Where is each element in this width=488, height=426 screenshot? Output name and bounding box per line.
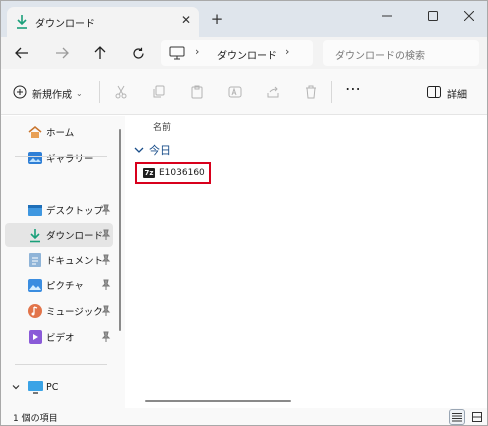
chevron-down-icon: ⌄ — [76, 88, 83, 98]
sidebar-item-gallery[interactable]: ギャラリー — [5, 146, 113, 170]
navigation-pane: ホーム ギャラリー デスクトップ ダウンロード ドキュメント ピクチャ ミュージ… — [1, 116, 125, 408]
chevron-down-icon — [133, 145, 145, 155]
sidebar-scrollbar[interactable] — [119, 129, 121, 331]
documents-icon — [27, 252, 43, 268]
tab-downloads[interactable]: ダウンロード ✕ — [7, 7, 199, 37]
horizontal-scrollbar[interactable] — [145, 400, 291, 402]
minimize-button[interactable] — [367, 1, 407, 31]
command-bar: 新規作成 ⌄ ⋯ 詳細 — [1, 69, 487, 115]
pin-icon[interactable] — [101, 254, 111, 266]
pin-icon[interactable] — [101, 279, 111, 291]
breadcrumb-chevron-icon[interactable]: › — [285, 45, 289, 58]
maximize-button[interactable] — [413, 1, 453, 31]
delete-button[interactable] — [301, 82, 321, 102]
sidebar-item-label: ダウンロード — [46, 231, 104, 242]
sidebar-item-label: ピクチャ — [46, 281, 84, 292]
sidebar-item-videos[interactable]: ビデオ — [5, 325, 113, 349]
home-icon — [27, 124, 43, 140]
new-tab-button[interactable]: + — [209, 11, 225, 27]
group-label: 今日 — [149, 144, 171, 157]
details-view-button[interactable] — [449, 409, 465, 425]
sidebar-item-music[interactable]: ミュージック — [5, 299, 113, 323]
pin-icon[interactable] — [101, 331, 111, 343]
tab-title: ダウンロード — [35, 19, 95, 30]
sidebar-item-documents[interactable]: ドキュメント — [5, 248, 113, 272]
status-bar: 1 個の項目 — [1, 408, 487, 425]
desktop-icon — [27, 202, 43, 218]
close-window-button[interactable] — [449, 1, 487, 31]
divider — [331, 81, 332, 103]
copy-button[interactable] — [149, 82, 169, 102]
new-button[interactable]: 新規作成 ⌄ — [13, 83, 83, 103]
share-button[interactable] — [263, 82, 283, 102]
sidebar-item-label: デスクトップ — [46, 206, 104, 217]
new-button-label: 新規作成 — [32, 89, 72, 101]
details-label: 詳細 — [447, 89, 467, 101]
divider — [15, 364, 107, 365]
pin-icon[interactable] — [101, 305, 111, 317]
pictures-icon — [27, 277, 43, 293]
videos-icon — [27, 329, 43, 345]
details-pane-button[interactable]: 詳細 — [427, 83, 467, 103]
rename-button[interactable] — [225, 82, 245, 102]
cut-button[interactable] — [111, 82, 131, 102]
gallery-icon — [27, 150, 43, 166]
pin-icon[interactable] — [101, 204, 111, 216]
divider — [99, 81, 100, 103]
sidebar-item-label: PC — [46, 381, 59, 393]
file-name: E1036160 — [159, 168, 205, 178]
pin-icon[interactable] — [101, 229, 111, 241]
chevron-down-icon[interactable] — [11, 382, 21, 392]
sidebar-item-label: ミュージック — [46, 307, 103, 318]
sidebar-item-pictures[interactable]: ピクチャ — [5, 273, 113, 297]
group-header-today[interactable]: 今日 — [133, 142, 171, 158]
more-options-button[interactable]: ⋯ — [343, 81, 363, 102]
sidebar-item-pc[interactable]: PC — [5, 375, 113, 399]
sidebar-item-label: ギャラリー — [46, 154, 94, 165]
breadcrumb-chevron-icon[interactable]: › — [195, 45, 199, 58]
sidebar-item-label: ホーム — [46, 128, 75, 139]
pc-icon — [27, 379, 43, 395]
address-bar[interactable]: › ダウンロード › — [161, 40, 313, 66]
sidebar-item-downloads[interactable]: ダウンロード — [5, 223, 113, 247]
sidebar-item-label: ドキュメント — [46, 256, 104, 267]
file-list-pane: 名前 今日 7z E1036160 — [125, 116, 487, 408]
up-button[interactable] — [89, 42, 111, 64]
breadcrumb-downloads[interactable]: ダウンロード — [217, 47, 277, 62]
details-pane-icon — [427, 85, 441, 101]
item-count: 1 個の項目 — [13, 414, 58, 424]
sidebar-item-label: ビデオ — [46, 333, 75, 344]
plus-circle-icon — [13, 85, 27, 102]
tab-close-icon[interactable]: ✕ — [179, 13, 193, 27]
sidebar-item-desktop[interactable]: デスクトップ — [5, 198, 113, 222]
search-placeholder: ダウンロードの検索 — [335, 51, 425, 62]
back-button[interactable] — [11, 42, 33, 64]
download-icon — [15, 14, 29, 30]
title-bar: ダウンロード ✕ + — [1, 1, 487, 37]
tiles-view-button[interactable] — [469, 409, 485, 425]
forward-button[interactable] — [51, 42, 73, 64]
refresh-button[interactable] — [127, 42, 149, 64]
archive-7z-icon: 7z — [143, 168, 155, 178]
sidebar-item-home[interactable]: ホーム — [5, 120, 113, 144]
download-icon — [27, 227, 43, 243]
paste-button[interactable] — [187, 82, 207, 102]
music-icon — [27, 303, 43, 319]
search-box[interactable]: ダウンロードの検索 — [323, 40, 479, 66]
divider — [15, 156, 107, 157]
monitor-icon — [169, 46, 185, 60]
file-item[interactable]: 7z E1036160 — [135, 162, 211, 184]
file-explorer-window: ダウンロード ✕ + › ダウンロード › ダウンロードの検索 新規作成 ⌄ ⋯… — [0, 0, 488, 426]
navigation-bar: › ダウンロード › ダウンロードの検索 — [1, 37, 487, 69]
column-header-name[interactable]: 名前 — [153, 120, 171, 133]
